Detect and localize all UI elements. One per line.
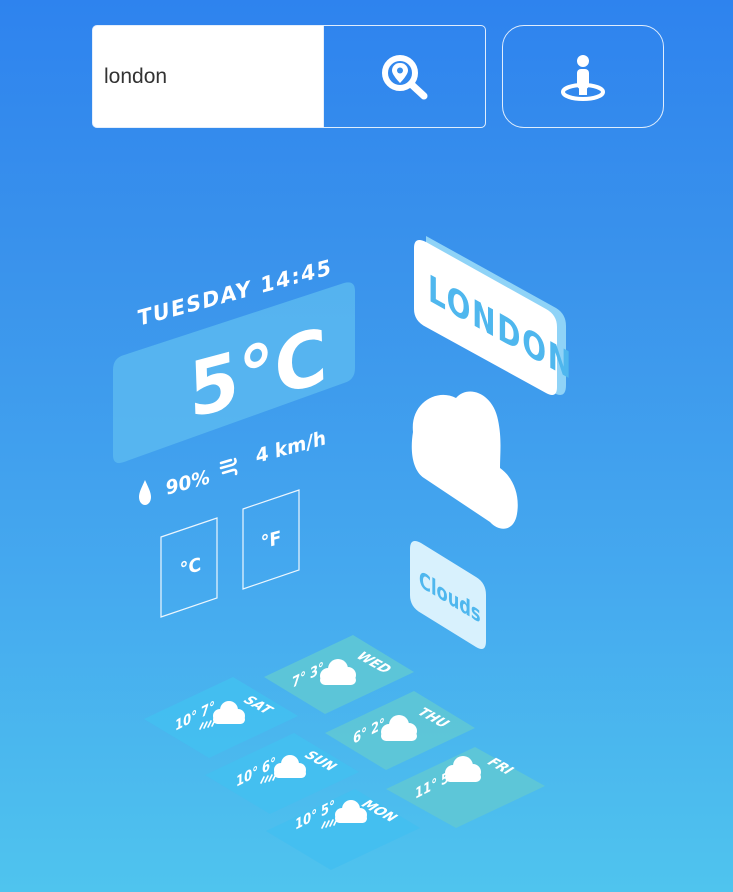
city-card: LONDON xyxy=(414,236,573,395)
unit-fahrenheit-button[interactable]: °F xyxy=(242,489,300,590)
forecast-list: WED 7° 3° THU 6° 2° FRI 11° 5° SAT 10° 7… xyxy=(144,635,545,870)
weather-scene: TUESDAY 14:45 5°C 90% 4 km/h °C °F LONDO… xyxy=(113,236,573,870)
wind-indicator: 4 km/h xyxy=(219,426,326,476)
droplet-icon xyxy=(139,480,151,505)
cloud-icon xyxy=(411,391,518,529)
unit-celsius-button[interactable]: °C xyxy=(160,517,218,618)
wind-icon xyxy=(219,457,238,476)
unit-fahrenheit-label: °F xyxy=(260,527,281,554)
unit-celsius-label: °C xyxy=(179,554,201,581)
forecast-tile-fri: FRI 11° 5° xyxy=(386,747,545,828)
condition-card: Clouds xyxy=(410,541,486,649)
humidity-indicator: 90% xyxy=(139,465,210,505)
wind-value: 4 km/h xyxy=(255,426,326,468)
humidity-value: 90% xyxy=(165,465,210,500)
